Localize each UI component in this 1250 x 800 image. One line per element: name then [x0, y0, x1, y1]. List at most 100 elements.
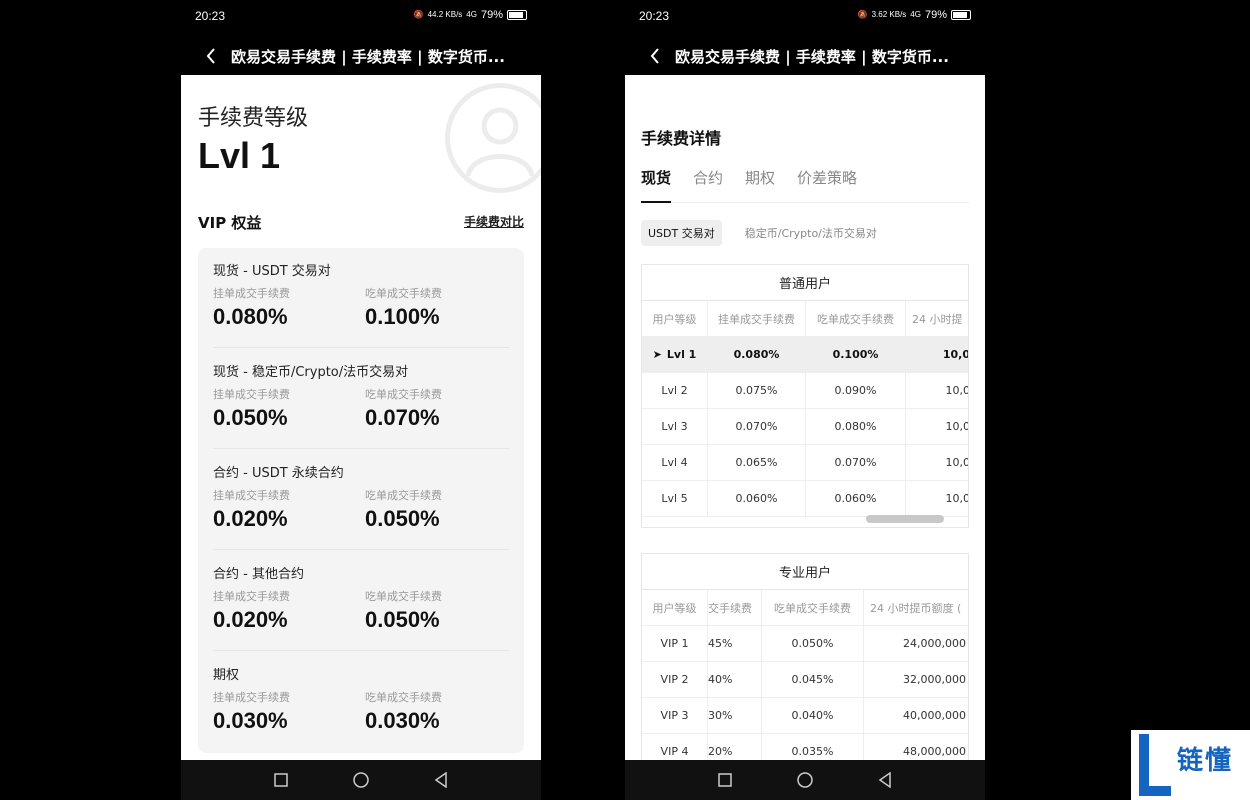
- table-row: ➤ Lvl 1 0.080% 0.100% 10,0: [642, 336, 969, 373]
- maker-label: 挂单成交手续费: [213, 388, 290, 401]
- limit-cell: 10,0: [945, 420, 969, 433]
- system-nav-bar: [625, 760, 985, 800]
- taker-fee: 0.100%: [365, 304, 440, 329]
- tab-contract[interactable]: 合约: [693, 167, 723, 203]
- tab-options[interactable]: 期权: [745, 167, 775, 203]
- maker-cell: 20%: [708, 733, 762, 760]
- taker-label: 吃单成交手续费: [365, 489, 442, 502]
- status-time: 20:23: [195, 9, 226, 23]
- back-triangle-icon[interactable]: [875, 770, 895, 790]
- maker-cell: 0.070%: [708, 408, 806, 445]
- limit-cell: 10,0: [945, 456, 969, 469]
- fee-level-page: 手续费等级 Lvl 1 VIP 权益 手续费对比 现货 - USDT 交易对 挂…: [181, 75, 541, 760]
- benefit-item: 现货 - USDT 交易对 挂单成交手续费 0.080% 吃单成交手续费 0.100…: [213, 248, 509, 348]
- benefit-item: 现货 - 稳定币/Crypto/法币交易对 挂单成交手续费 0.050% 吃单成交…: [213, 349, 509, 449]
- phone-screen-left: 20:23 🔕 44.2 KB/s 4G 79% 欧易交易手续费 | 手续费率 …: [181, 0, 541, 800]
- battery-percent: 79%: [924, 9, 947, 21]
- maker-label: 挂单成交手续费: [213, 590, 290, 603]
- maker-fee: 0.050%: [213, 405, 288, 430]
- watermark-logo: 链懂: [1131, 730, 1250, 800]
- fee-detail-page: 手续费详情 现货 合约 期权 价差策略 USDT 交易对 稳定币/Crypto/…: [625, 75, 985, 760]
- battery-icon: [507, 10, 527, 20]
- recent-apps-icon[interactable]: [271, 770, 291, 790]
- header-cell: 24 小时提币额度 (: [870, 601, 962, 615]
- taker-fee: 0.050%: [365, 506, 440, 531]
- benefits-card: 现货 - USDT 交易对 挂单成交手续费 0.080% 吃单成交手续费 0.100…: [198, 248, 524, 753]
- limit-cell: 48,000,000: [903, 745, 966, 758]
- subtab-usdt[interactable]: USDT 交易对: [641, 220, 722, 246]
- header-cell: 吃单成交手续费: [806, 300, 906, 337]
- fee-level-label: 手续费等级: [198, 106, 309, 131]
- fee-detail-title: 手续费详情: [641, 129, 722, 148]
- maker-cell: 0.065%: [708, 444, 806, 481]
- table-row: VIP 4 20% 0.035% 48,000,000: [642, 733, 968, 760]
- maker-cell: 40%: [708, 661, 762, 698]
- taker-cell: 0.090%: [806, 372, 906, 409]
- table-header-row: 用户等级 挂单成交手续费 吃单成交手续费 24 小时提: [642, 300, 968, 337]
- fee-compare-link[interactable]: 手续费对比: [464, 213, 524, 230]
- benefit-item: 合约 - USDT 永续合约 挂单成交手续费 0.020% 吃单成交手续费 0.05…: [213, 450, 509, 550]
- limit-cell: 24,000,000: [903, 637, 966, 650]
- back-arrow-icon[interactable]: [637, 38, 673, 74]
- signal-icon: 4G: [466, 10, 477, 19]
- net-speed: 3.62 KB/s: [871, 10, 907, 19]
- maker-fee: 0.030%: [213, 708, 288, 733]
- benefit-title: 期权: [213, 668, 240, 683]
- home-icon[interactable]: [351, 770, 371, 790]
- mute-icon: 🔕: [413, 10, 424, 19]
- maker-cell: 0.060%: [708, 480, 806, 517]
- horizontal-scrollbar[interactable]: [866, 515, 944, 523]
- back-triangle-icon[interactable]: [431, 770, 451, 790]
- limit-cell: 10,0: [942, 348, 969, 361]
- taker-fee: 0.050%: [365, 607, 440, 632]
- table-row: Lvl 3 0.070% 0.080% 10,0: [642, 408, 969, 445]
- benefit-title: 现货 - USDT 交易对: [213, 264, 331, 279]
- maker-fee: 0.020%: [213, 506, 288, 531]
- phone-screen-right: 20:23 🔕 3.62 KB/s 4G 79% 欧易交易手续费 | 手续费率 …: [625, 0, 985, 800]
- table-row: Lvl 4 0.065% 0.070% 10,0: [642, 444, 969, 481]
- taker-cell: 0.045%: [762, 661, 864, 698]
- top-nav: 欧易交易手续费 | 手续费率 | 数字货币...: [625, 38, 985, 74]
- status-bar: 20:23 🔕 44.2 KB/s 4G 79%: [181, 0, 541, 34]
- table-title: 普通用户: [642, 265, 968, 301]
- benefit-item: 期权 挂单成交手续费 0.030% 吃单成交手续费 0.030%: [213, 652, 509, 752]
- limit-cell: 10,0: [945, 492, 969, 505]
- pro-user-table: 专业用户 用户等级 交手续费 吃单成交手续费 24 小时提币额度 ( VIP 1…: [641, 553, 969, 760]
- page-title: 欧易交易手续费 | 手续费率 | 数字货币...: [231, 47, 505, 66]
- tab-spread[interactable]: 价差策略: [797, 167, 857, 203]
- maker-fee: 0.020%: [213, 607, 288, 632]
- limit-cell: 10,0: [945, 384, 969, 397]
- status-bar: 20:23 🔕 3.62 KB/s 4G 79%: [625, 0, 985, 34]
- taker-cell: 0.100%: [806, 336, 906, 373]
- taker-label: 吃单成交手续费: [365, 691, 442, 704]
- pair-subtabs: USDT 交易对 稳定币/Crypto/法币交易对: [641, 220, 884, 246]
- limit-cell: 32,000,000: [903, 673, 966, 686]
- limit-cell: 40,000,000: [903, 709, 966, 722]
- maker-cell: 45%: [708, 625, 762, 662]
- taker-cell: 0.080%: [806, 408, 906, 445]
- taker-cell: 0.040%: [762, 697, 864, 734]
- taker-label: 吃单成交手续费: [365, 388, 442, 401]
- taker-cell: 0.035%: [762, 733, 864, 760]
- header-cell: 用户等级: [642, 300, 708, 337]
- watermark-text: 链懂: [1177, 746, 1234, 776]
- taker-fee: 0.030%: [365, 708, 440, 733]
- vip-benefits-title: VIP 权益: [198, 214, 262, 232]
- net-speed: 44.2 KB/s: [427, 10, 463, 19]
- signal-icon: 4G: [910, 10, 921, 19]
- watermark-l-icon: [1139, 734, 1171, 796]
- recent-apps-icon[interactable]: [715, 770, 735, 790]
- fee-tabs: 现货 合约 期权 价差策略: [641, 167, 969, 203]
- tab-spot[interactable]: 现货: [641, 167, 672, 203]
- maker-cell: 0.080%: [708, 336, 806, 373]
- level-cell: VIP 1: [642, 625, 708, 662]
- level-cell: Lvl 5: [642, 480, 708, 517]
- subtab-stable[interactable]: 稳定币/Crypto/法币交易对: [738, 220, 884, 246]
- table-row: VIP 3 30% 0.040% 40,000,000: [642, 697, 968, 734]
- status-time: 20:23: [639, 9, 670, 23]
- taker-cell: 0.070%: [806, 444, 906, 481]
- back-arrow-icon[interactable]: [193, 38, 229, 74]
- home-icon[interactable]: [795, 770, 815, 790]
- level-cell: Lvl 2: [642, 372, 708, 409]
- table-row: VIP 1 45% 0.050% 24,000,000: [642, 625, 968, 662]
